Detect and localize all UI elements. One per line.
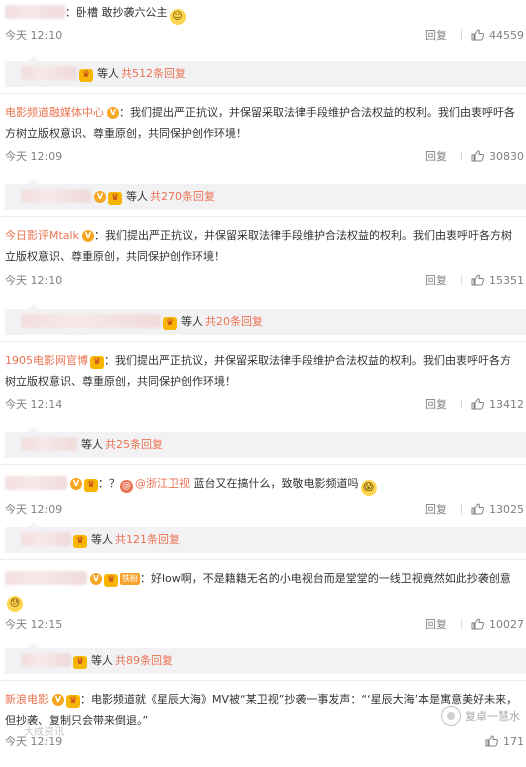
comment-item: ：卧槽 敢抄袭六公主 ☺ 今天 12:10 回复 44559	[0, 0, 526, 57]
verified-icon: V	[107, 107, 119, 119]
divider	[461, 151, 462, 161]
comment-meta: 今天 12:09 回复 30830	[0, 146, 526, 168]
comment-item: V ♛ 铁粉 ：好low啊，不是籍籍无名的小电视台而是堂堂的一线卫视竟然如此抄袭创意😓…	[0, 560, 526, 644]
like-count: 30830	[489, 150, 524, 163]
sub-reply-count[interactable]: 共512条回复	[121, 67, 186, 80]
comment-time: 今天 12:14	[5, 398, 63, 411]
like-count: 13412	[489, 398, 524, 411]
crown-icon: ♛	[108, 192, 122, 205]
sub-reply-count[interactable]: 共25条回复	[105, 438, 163, 451]
comment-text: 我们提出严正抗议，并保留采取法律手段维护合法权益的权利。我们由衷呼吁各方树立版权…	[5, 229, 512, 263]
like-icon[interactable]	[485, 733, 499, 755]
reply-button[interactable]: 回复	[425, 29, 447, 42]
divider	[461, 30, 462, 40]
verified-icon: V	[90, 573, 102, 585]
comment-item: 今日影评Mtalk V ：我们提出严正抗议，并保留采取法律手段维护合法权益的权利。我…	[0, 217, 526, 305]
like-count: 10027	[489, 618, 524, 631]
comment-time: 今天 12:09	[5, 150, 63, 163]
mention-icon: @	[120, 480, 133, 493]
sub-replies-bar[interactable]: 等人 共25条回复	[5, 427, 526, 458]
sub-replies-bar[interactable]: ♛ 等人 共512条回复	[5, 56, 526, 87]
blurred-username	[21, 189, 91, 203]
like-icon[interactable]	[471, 27, 485, 49]
comment-meta: 今天 12:10 回复 44559	[0, 25, 526, 47]
crown-icon: ♛	[84, 479, 98, 492]
comment-meta: 今天 12:15 回复 10027	[0, 614, 526, 636]
reply-button[interactable]: 回复	[425, 150, 447, 163]
crown-icon: ♛	[79, 69, 93, 82]
comment-text: 卧槽 敢抄袭六公主	[76, 6, 168, 19]
blurred-username	[21, 532, 71, 546]
comment-author[interactable]: 电影频道融媒体中心	[5, 106, 104, 119]
sub-replies-bar[interactable]: ♛ 等人 共121条回复	[5, 522, 526, 553]
comment-time: 今天 12:09	[5, 503, 63, 516]
comment-list: ：卧槽 敢抄袭六公主 ☺ 今天 12:10 回复 44559 ♛ 等人 共512条回复…	[0, 0, 526, 767]
like-icon[interactable]	[471, 501, 485, 523]
comment-time: 今天 12:10	[5, 29, 63, 42]
sub-replies-bar[interactable]: ♛ 等人 共20条回复	[5, 304, 526, 335]
emoji-icon: 😱	[360, 480, 377, 496]
blurred-username	[21, 653, 71, 667]
fan-badge: 铁粉	[120, 573, 140, 585]
emoji-icon: ☺	[169, 9, 186, 25]
verified-icon: V	[52, 694, 64, 706]
comment-item: 1905电影网官博 ♛ ：我们提出严正抗议，并保留采取法律手段维护合法权益的权利。我…	[0, 342, 526, 428]
sub-replies-bar[interactable]: ♛ 等人 共89条回复	[5, 643, 526, 674]
comment-meta: 今天 12:10 回复 15351	[0, 270, 526, 292]
like-icon[interactable]	[471, 616, 485, 638]
divider	[461, 504, 462, 514]
comment-author[interactable]: 今日影评Mtalk	[5, 229, 79, 242]
comment-text: 好low啊，不是籍籍无名的小电视台而是堂堂的一线卫视竟然如此抄袭创意	[151, 572, 511, 585]
sub-reply-count[interactable]: 共89条回复	[115, 654, 173, 667]
mention-link[interactable]: @浙江卫视	[135, 477, 190, 490]
crown-icon: ♛	[163, 317, 177, 330]
reply-button[interactable]: 回复	[425, 274, 447, 287]
comment-time: 今天 12:15	[5, 618, 63, 631]
sub-reply-count[interactable]: 共270条回复	[150, 190, 215, 203]
crown-icon: ♛	[66, 695, 80, 708]
divider	[461, 619, 462, 629]
blurred-username	[21, 437, 77, 451]
crown-icon: ♛	[73, 656, 87, 669]
comment-author[interactable]: 1905电影网官博	[5, 354, 88, 367]
blurred-username[interactable]	[5, 476, 67, 490]
wechat-logo-icon	[441, 706, 461, 726]
like-count: 15351	[489, 274, 524, 287]
divider	[461, 275, 462, 285]
reply-button[interactable]: 回复	[425, 503, 447, 516]
comment-item: V ♛：？ @ @浙江卫视 蓝台又在搞什么，致敬电影频道吗 😱 今天 12:09 回复 …	[0, 465, 526, 523]
comment-text: 蓝台又在搞什么，致敬电影频道吗	[190, 477, 359, 490]
crown-icon: ♛	[73, 535, 87, 548]
comment-time: 今天 12:10	[5, 274, 63, 287]
comment-meta: 今天 12:19 171	[0, 731, 526, 753]
like-count: 13025	[489, 503, 524, 516]
comment-meta: 今天 12:09 回复 13025	[0, 499, 526, 521]
like-icon[interactable]	[471, 272, 485, 294]
like-icon[interactable]	[471, 148, 485, 170]
like-count: 44559	[489, 29, 524, 42]
blurred-username	[21, 314, 161, 328]
comment-meta: 今天 12:14 回复 13412	[0, 394, 526, 416]
bottom-watermark: 大成资讯	[24, 727, 64, 738]
like-count: 171	[503, 735, 524, 748]
sub-reply-count[interactable]: 共20条回复	[205, 315, 263, 328]
reply-button[interactable]: 回复	[425, 618, 447, 631]
comment-author[interactable]: 新浪电影	[5, 693, 49, 706]
divider	[461, 399, 462, 409]
blurred-username[interactable]	[5, 571, 87, 585]
sub-replies-bar[interactable]: V ♛ 等人 共270条回复	[5, 179, 526, 210]
blurred-username	[21, 66, 77, 80]
crown-icon: ♛	[90, 356, 104, 369]
crown-icon: ♛	[104, 574, 118, 587]
watermark: 复卓一慧水	[441, 706, 520, 726]
blurred-username[interactable]	[5, 5, 65, 19]
comment-item: 电影频道融媒体中心 V ：我们提出严正抗议，并保留采取法律手段维护合法权益的权利。我…	[0, 94, 526, 180]
verified-icon: V	[94, 191, 106, 203]
sub-reply-count[interactable]: 共121条回复	[115, 533, 180, 546]
reply-button[interactable]: 回复	[425, 398, 447, 411]
like-icon[interactable]	[471, 396, 485, 418]
verified-icon: V	[81, 230, 94, 242]
emoji-icon: 😓	[7, 596, 23, 612]
verified-icon: V	[70, 478, 82, 490]
